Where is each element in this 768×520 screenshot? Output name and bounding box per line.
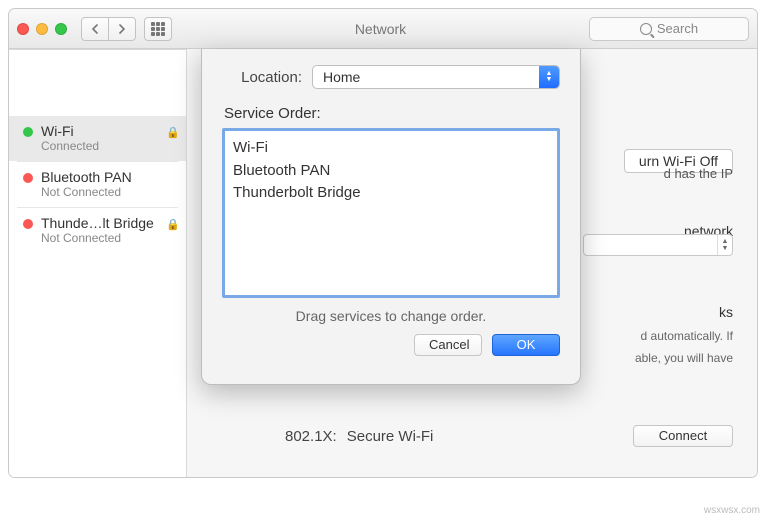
sidebar-item-bluetooth-pan[interactable]: Bluetooth PAN Not Connected — [9, 162, 186, 207]
show-all-button[interactable] — [144, 17, 172, 41]
service-sidebar: Wi-Fi Connected 🔒 Bluetooth PAN Not Conn… — [9, 49, 187, 477]
service-status: Not Connected — [41, 185, 132, 199]
toolbar: Network Search — [9, 9, 757, 49]
service-name: Bluetooth PAN — [41, 169, 132, 185]
8021x-label: 802.1X: — [285, 428, 337, 445]
location-select[interactable]: Home ▲▼ — [312, 65, 560, 89]
minimize-icon[interactable] — [36, 23, 48, 35]
service-status: Connected — [41, 139, 99, 153]
forward-button[interactable] — [108, 17, 136, 41]
search-field[interactable]: Search — [589, 17, 749, 41]
network-window: Network Search Wi-Fi Connected 🔒 Bluetoo… — [8, 8, 758, 478]
window-title: Network — [180, 21, 581, 37]
drag-hint: Drag services to change order. — [222, 308, 560, 324]
status-dot-icon — [23, 127, 33, 137]
nav-back-forward — [81, 17, 136, 41]
grid-icon — [151, 22, 165, 36]
ok-button[interactable]: OK — [492, 334, 560, 356]
sheet-actions: Cancel OK — [222, 334, 560, 356]
cancel-button[interactable]: Cancel — [414, 334, 482, 356]
service-order-label: Service Order: — [224, 105, 560, 122]
list-item[interactable]: Bluetooth PAN — [233, 160, 549, 183]
chevron-up-down-icon: ▲▼ — [717, 235, 732, 255]
status-dot-icon — [23, 173, 33, 183]
status-dot-icon — [23, 219, 33, 229]
list-item[interactable]: Wi-Fi — [233, 137, 549, 160]
connect-button[interactable]: Connect — [633, 425, 733, 447]
lock-icon: 🔒 — [166, 126, 180, 139]
service-name: Wi-Fi — [41, 123, 99, 139]
service-order-list[interactable]: Wi-Fi Bluetooth PAN Thunderbolt Bridge — [222, 128, 560, 298]
watermark: wsxwsx.com — [704, 505, 760, 516]
search-placeholder: Search — [657, 21, 698, 36]
traffic-lights — [17, 23, 73, 35]
location-label: Location: — [222, 69, 302, 86]
sidebar-item-thunderbolt-bridge[interactable]: Thunde…lt Bridge Not Connected 🔒 — [9, 208, 186, 253]
sidebar-item-wifi[interactable]: Wi-Fi Connected 🔒 — [9, 116, 186, 161]
zoom-icon[interactable] — [55, 23, 67, 35]
location-row: Location: Home ▲▼ — [222, 65, 560, 89]
list-item[interactable]: Thunderbolt Bridge — [233, 182, 549, 205]
service-status: Not Connected — [41, 231, 154, 245]
8021x-row: 802.1X: Secure Wi-Fi — [285, 428, 433, 445]
lock-icon: 🔒 — [166, 218, 180, 231]
location-value: Home — [323, 69, 360, 85]
close-icon[interactable] — [17, 23, 29, 35]
service-name: Thunde…lt Bridge — [41, 215, 154, 231]
chevron-up-down-icon: ▲▼ — [539, 66, 559, 88]
search-icon — [640, 23, 652, 35]
network-name-select[interactable]: ▲▼ — [583, 234, 733, 256]
8021x-value: Secure Wi-Fi — [347, 428, 434, 445]
back-button[interactable] — [81, 17, 109, 41]
background-text: d has the IP ▲▼ network ks d automatical… — [583, 164, 733, 367]
service-order-sheet: Location: Home ▲▼ Service Order: Wi-Fi B… — [201, 49, 581, 385]
